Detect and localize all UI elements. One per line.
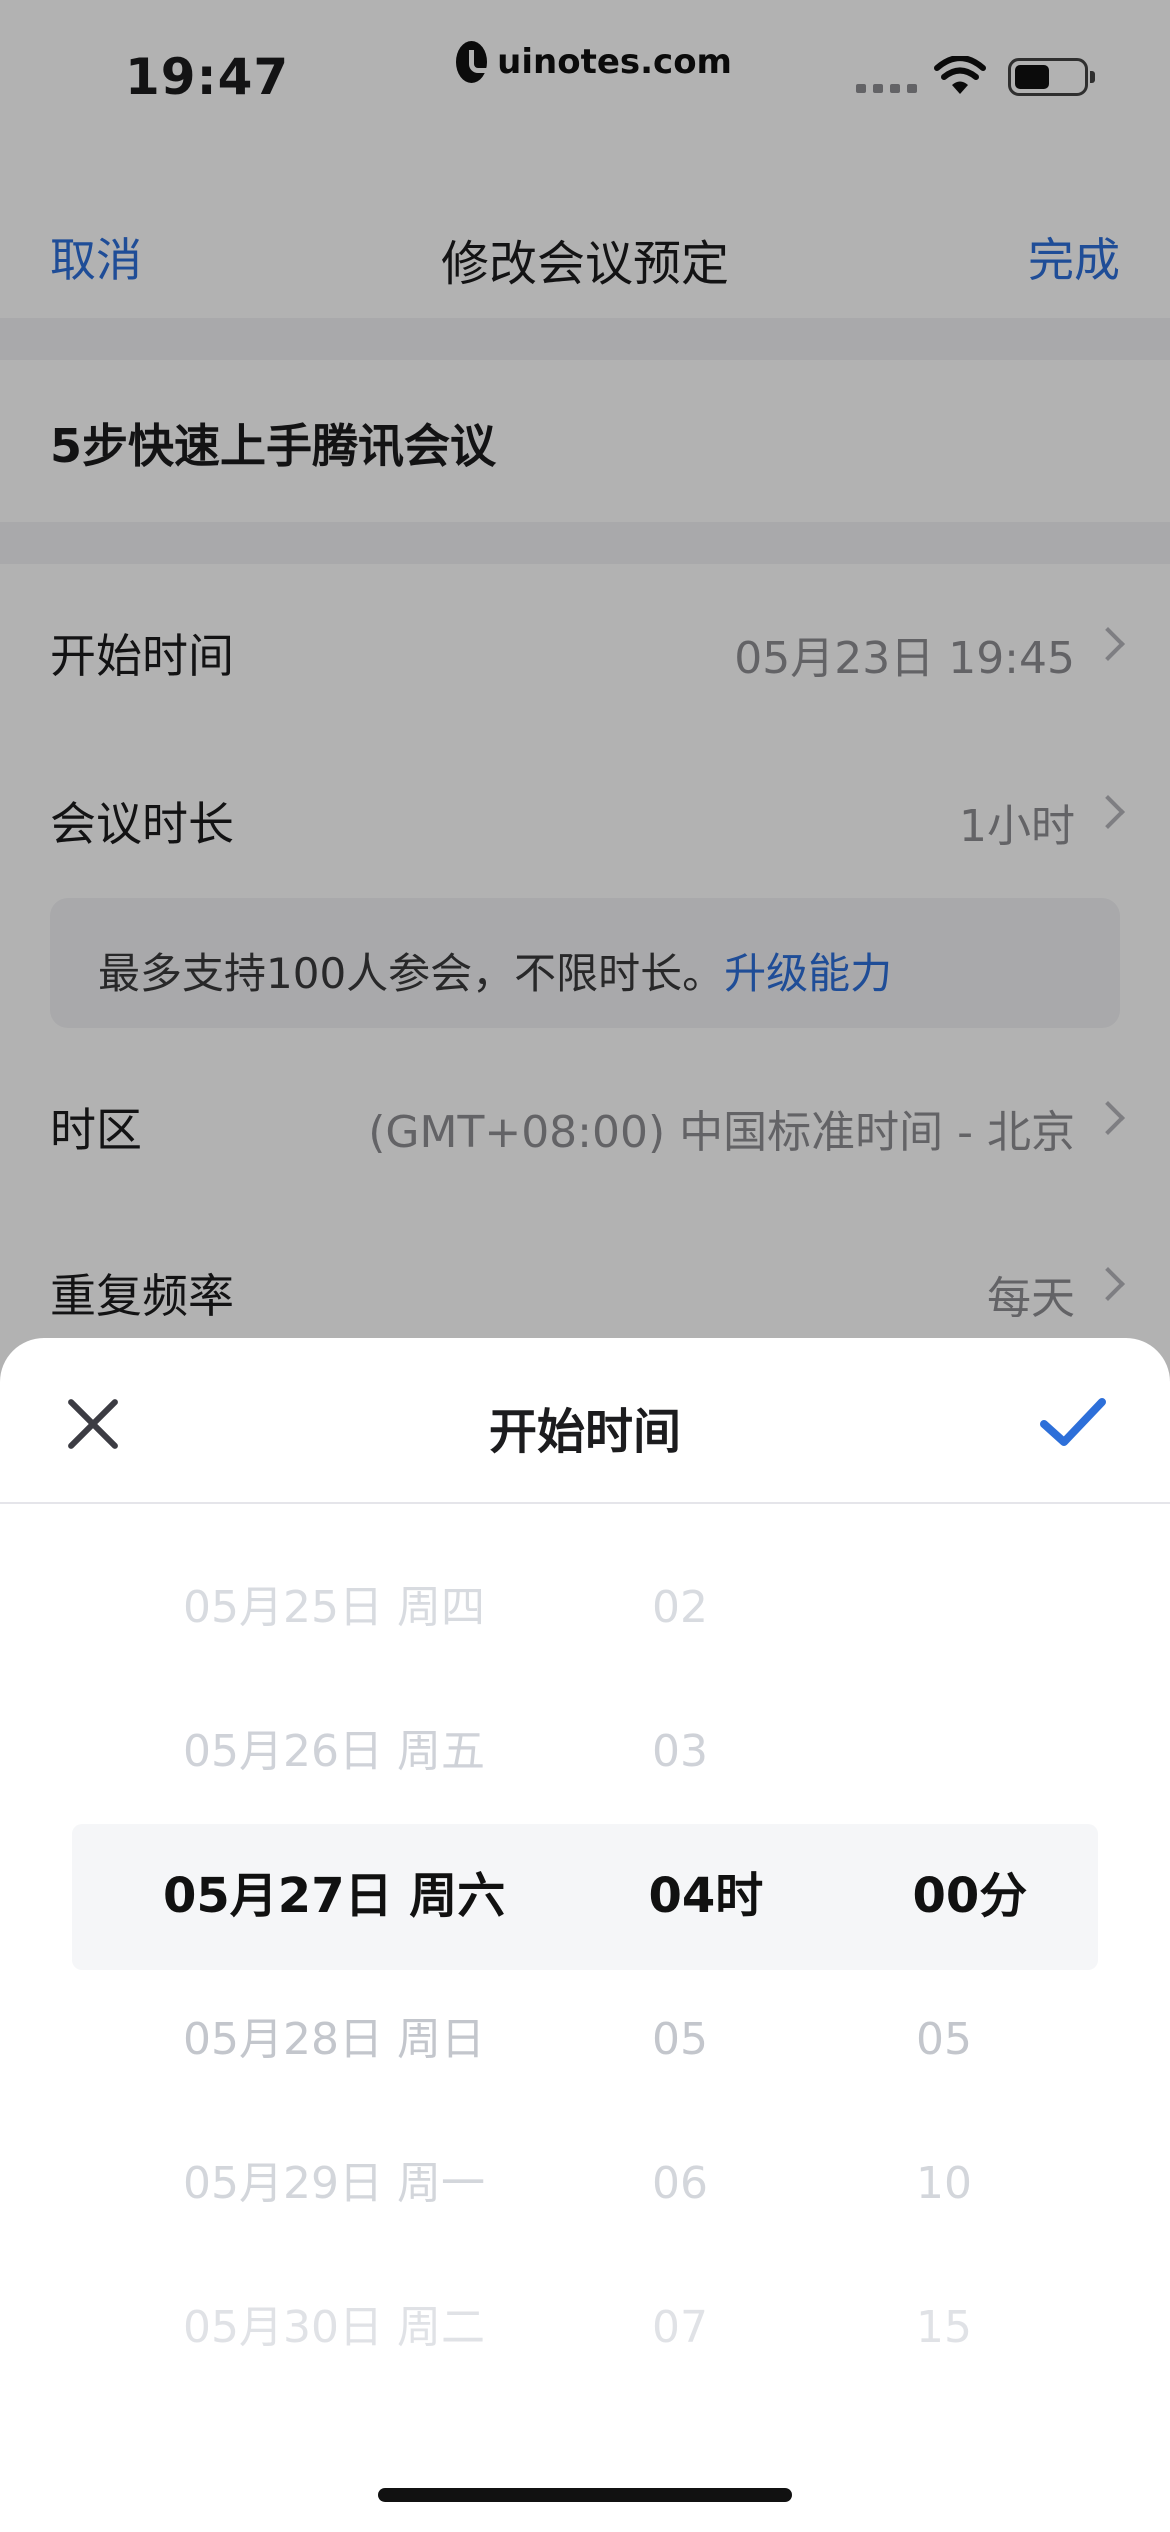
minute-option[interactable]: 00分 <box>913 1866 1028 1926</box>
date-option[interactable]: 05月25日 周四 <box>183 1578 485 1638</box>
minute-option[interactable]: 15 <box>916 2298 972 2358</box>
hour-option[interactable]: 06 <box>652 2154 708 2214</box>
sheet-header: 开始时间 <box>0 1338 1170 1504</box>
checkmark-icon[interactable] <box>1038 1394 1108 1450</box>
date-option[interactable]: 05月26日 周五 <box>183 1722 485 1782</box>
start-time-sheet: 开始时间 05月25日 周四 05月26日 周五 05月27日 周六 05月28日 周… <box>0 1338 1170 2532</box>
date-option[interactable]: 05月28日 周日 <box>183 2010 485 2070</box>
minute-option[interactable]: 05 <box>916 2010 972 2070</box>
hour-option[interactable]: 02 <box>652 1578 708 1638</box>
hour-option[interactable]: 05 <box>652 2010 708 2070</box>
hour-option[interactable]: 03 <box>652 1722 708 1782</box>
hour-option[interactable]: 07 <box>652 2298 708 2358</box>
date-option[interactable]: 05月30日 周二 <box>183 2298 485 2358</box>
hour-option[interactable]: 04时 <box>649 1866 764 1926</box>
sheet-title: 开始时间 <box>488 1404 681 1460</box>
minute-option[interactable]: 10 <box>916 2154 972 2214</box>
home-indicator <box>378 2488 792 2502</box>
date-option[interactable]: 05月29日 周一 <box>183 2154 485 2214</box>
date-option[interactable]: 05月27日 周六 <box>163 1866 505 1926</box>
